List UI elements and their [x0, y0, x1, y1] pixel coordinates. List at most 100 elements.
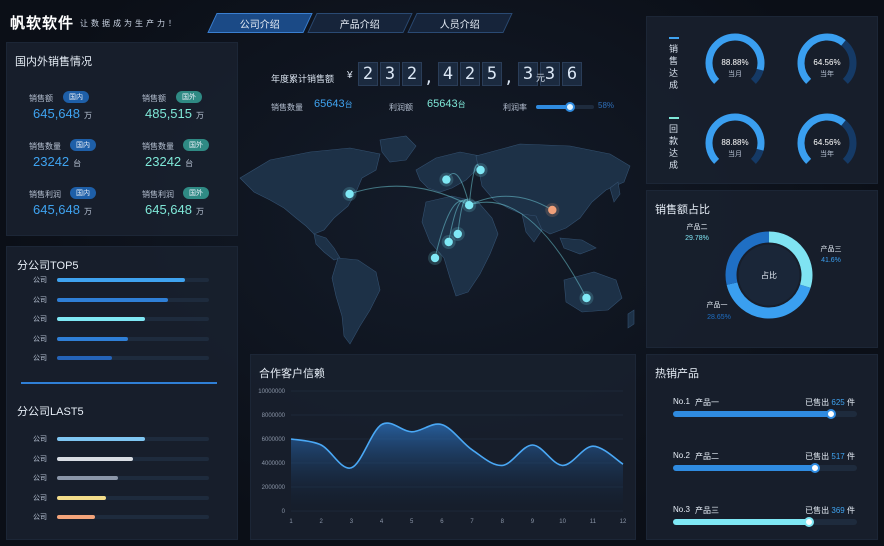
tab-staff[interactable]: 人员介绍 [407, 13, 513, 33]
sold-count: 369 [831, 506, 845, 515]
divider [21, 382, 217, 384]
hot-sold: 已售出 625 件 [805, 397, 855, 408]
tab-company[interactable]: 公司介绍 [207, 13, 313, 33]
slice-name: 产品二 [687, 222, 708, 231]
qty-value: 65643台 [314, 98, 353, 110]
sold-unit: 件 [844, 398, 855, 407]
sold-unit: 件 [844, 452, 855, 461]
map-point[interactable] [442, 175, 451, 184]
donut-center-label: 占比 [761, 270, 777, 280]
gauge: 64.56% 当年 [797, 113, 857, 164]
gauge-sub: 当年 [820, 69, 834, 78]
sold-label: 已售出 [805, 398, 832, 407]
gauge-value: 88.88% [721, 58, 748, 67]
map-point[interactable] [464, 201, 474, 210]
kpi-value: 645,648 万 [33, 202, 92, 217]
asia [475, 143, 631, 235]
hot-bar-track [673, 409, 857, 419]
kpi-tag-foreign: 国外 [183, 187, 209, 199]
hot-bar-track [673, 517, 857, 527]
kpi-number: 645,648 [33, 106, 80, 121]
hot-name: 产品三 [695, 506, 719, 515]
hot-bar-fill [673, 411, 832, 417]
map-point[interactable] [444, 237, 453, 247]
slice-percent: 41.6% [821, 257, 841, 264]
map-point[interactable] [582, 293, 591, 303]
hot-bar-knob [804, 517, 815, 527]
panel-title: 国内外销售情况 [15, 56, 92, 68]
map-point[interactable] [548, 205, 557, 215]
hot-sold: 已售出 517 件 [805, 451, 855, 462]
map-point[interactable] [430, 253, 440, 263]
kpi-unit: 万 [84, 207, 92, 216]
y-tick-label: 4000000 [262, 461, 286, 467]
x-tick-label: 11 [590, 519, 597, 525]
kpi-number: 485,515 [145, 106, 192, 121]
hot-products-panel: 热销产品 No.1 产品一 已售出 625 件 No.2 产品二 已售出 517 件 No.… [646, 354, 878, 540]
kpi-value: 485,515 万 [145, 106, 204, 121]
branch-bar-fill [57, 515, 95, 519]
top5-title: 分公司TOP5 [17, 260, 79, 272]
africa [421, 195, 499, 297]
hot-bar-fill [673, 465, 815, 471]
central-america [313, 233, 341, 261]
annual-digit: 2 [460, 62, 480, 86]
kpi-tag-domestic: 国内 [70, 187, 96, 199]
branch-bar-track [57, 515, 209, 519]
map-point[interactable] [476, 165, 485, 175]
hot-sold: 已售出 369 件 [805, 505, 855, 516]
achievement-panel: 销售达成 回款达成 88.88% 当月 64.56% 当年 88.88% 当月 64.56%… [646, 16, 878, 184]
hot-name: 产品二 [695, 452, 719, 461]
kpi-value: 645,648 万 [33, 106, 92, 121]
annual-digit: 4 [438, 62, 458, 86]
gauge: 88.88% 当月 [705, 33, 765, 84]
indonesia [559, 237, 597, 255]
branch-bar-fill [57, 437, 146, 441]
branch-bar-track [57, 476, 209, 480]
x-tick-label: 9 [531, 519, 535, 525]
tab-company-label: 公司介绍 [240, 19, 280, 31]
map-point[interactable] [345, 189, 354, 199]
tab-product[interactable]: 产品介绍 [307, 13, 413, 33]
rate-track [536, 102, 594, 112]
branch-bar-track [57, 456, 209, 461]
last5-title: 分公司LAST5 [17, 406, 84, 418]
slice-name: 产品一 [707, 300, 728, 309]
hot-rank: No.1 [673, 397, 690, 406]
map-point[interactable] [453, 229, 462, 239]
annual-label: 年度累计销售额 [271, 74, 335, 84]
branch-bar-track [57, 356, 209, 360]
y-tick-label: 8000000 [262, 413, 286, 419]
branch-label: 公司 [33, 436, 47, 443]
slice-percent: 29.78% [685, 235, 709, 242]
panel-title: 合作客户信赖 [259, 368, 325, 380]
qty-number: 65643 [314, 98, 345, 110]
continents [239, 135, 635, 345]
currency-symbol: ¥ [347, 70, 353, 81]
y-tick-label: 2000000 [262, 485, 286, 491]
branch-bar-track [57, 437, 209, 441]
branch-label: 公司 [33, 355, 47, 362]
kpi-label: 销售额 [142, 94, 166, 103]
rate-knob[interactable] [564, 102, 575, 112]
x-tick-label: 10 [559, 519, 566, 525]
share-donut: 占比产品一 28.65% 产品二 29.78% 产品三 41.6% [685, 222, 842, 321]
hot-name: 产品一 [695, 398, 719, 407]
branch-label: 公司 [33, 277, 47, 284]
kpi-unit: 万 [196, 207, 204, 216]
world-map [239, 135, 635, 345]
kpi-label: 销售额 [29, 94, 53, 103]
hot-bar-knob [809, 463, 820, 473]
brand-slogan: 让数据成为生产力！ [80, 19, 179, 28]
gauge-value: 64.56% [813, 58, 840, 67]
kpi-label: 销售利润 [142, 190, 174, 199]
customer-trust-panel: 合作客户信赖 10000000 8000000 6000000 4000000 2000… [250, 354, 636, 540]
kpi-value: 23242 台 [33, 154, 81, 169]
slice-name: 产品三 [821, 244, 842, 253]
tab-product-label: 产品介绍 [340, 19, 380, 31]
hot-bar-knob [826, 409, 837, 419]
kpi-number: 23242 [145, 154, 182, 169]
sold-unit: 件 [844, 506, 855, 515]
branch-bar-track [57, 495, 209, 500]
kpi-tag-domestic: 国内 [63, 91, 89, 103]
